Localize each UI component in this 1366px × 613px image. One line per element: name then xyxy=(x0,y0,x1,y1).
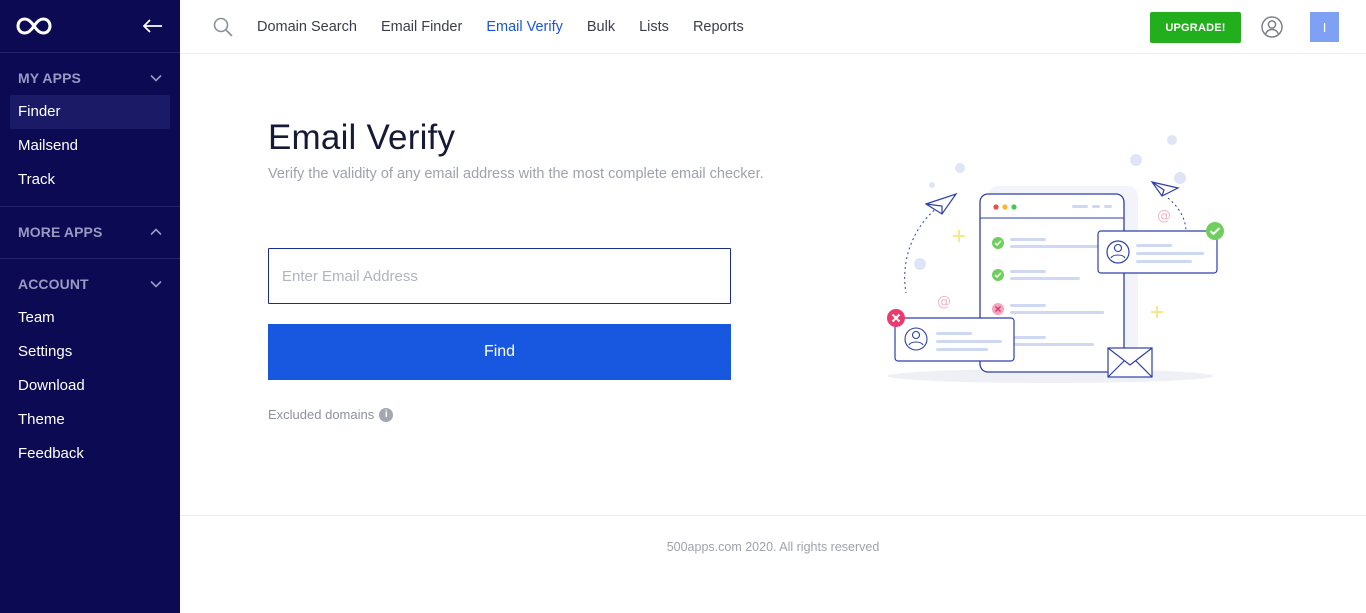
excluded-domains-link[interactable]: Excluded domains i xyxy=(268,407,394,422)
sidebar: MY APPS Finder Mailsend Track MORE APPS … xyxy=(0,0,180,613)
page-subtitle: Verify the validity of any email address… xyxy=(268,166,764,182)
sidebar-header xyxy=(0,0,180,53)
sidebar-section-toggle[interactable]: ACCOUNT xyxy=(10,267,170,301)
find-button[interactable]: Find xyxy=(268,324,731,380)
arrow-left-icon[interactable] xyxy=(142,15,164,37)
sidebar-section-title: ACCOUNT xyxy=(18,276,89,292)
upgrade-button[interactable]: UPGRADE! xyxy=(1150,12,1241,43)
sidebar-item-finder[interactable]: Finder xyxy=(10,95,170,129)
sidebar-item-theme[interactable]: Theme xyxy=(10,403,170,437)
user-circle-icon[interactable] xyxy=(1261,16,1283,38)
sidebar-item-team[interactable]: Team xyxy=(10,301,170,335)
nav-link-email-verify[interactable]: Email Verify xyxy=(486,19,563,35)
page-title: Email Verify xyxy=(268,118,456,157)
sidebar-section-my-apps: MY APPS Finder Mailsend Track xyxy=(0,53,180,207)
app-root: MY APPS Finder Mailsend Track MORE APPS … xyxy=(0,0,1366,613)
sidebar-section-toggle[interactable]: MY APPS xyxy=(10,61,170,95)
nav-link-lists[interactable]: Lists xyxy=(639,19,669,35)
email-verify-illustration: @ @ xyxy=(880,128,1230,390)
footer-copyright: 500apps.com 2020. All rights reserved xyxy=(666,540,880,554)
nav-link-domain-search[interactable]: Domain Search xyxy=(257,19,357,35)
email-input[interactable] xyxy=(268,248,731,304)
chevron-down-icon xyxy=(150,278,162,290)
sidebar-section-more-apps: MORE APPS xyxy=(0,207,180,259)
sidebar-section-title: MORE APPS xyxy=(18,224,103,240)
sidebar-item-settings[interactable]: Settings xyxy=(10,335,170,369)
top-nav-bar: Domain Search Email Finder Email Verify … xyxy=(180,0,1366,54)
chevron-down-icon xyxy=(150,72,162,84)
sidebar-section-account: ACCOUNT Team Settings Download Theme Fee… xyxy=(0,259,180,480)
sidebar-item-download[interactable]: Download xyxy=(10,369,170,403)
nav-link-bulk[interactable]: Bulk xyxy=(587,19,615,35)
info-icon[interactable]: i xyxy=(379,407,394,422)
nav-link-reports[interactable]: Reports xyxy=(693,19,744,35)
footer-divider xyxy=(180,515,1366,516)
nav-link-email-finder[interactable]: Email Finder xyxy=(381,19,462,35)
infinity-logo-icon[interactable] xyxy=(16,15,52,37)
sidebar-section-toggle[interactable]: MORE APPS xyxy=(10,215,170,249)
svg-text:@: @ xyxy=(1157,208,1171,224)
svg-text:@: @ xyxy=(937,294,951,310)
avatar[interactable]: I xyxy=(1310,12,1339,42)
sidebar-section-title: MY APPS xyxy=(18,70,81,86)
search-icon[interactable] xyxy=(212,16,234,38)
sidebar-item-mailsend[interactable]: Mailsend xyxy=(10,129,170,163)
sidebar-item-feedback[interactable]: Feedback xyxy=(10,437,170,471)
sidebar-item-track[interactable]: Track xyxy=(10,163,170,197)
chevron-up-icon xyxy=(150,226,162,238)
excluded-domains-label: Excluded domains xyxy=(268,407,375,422)
